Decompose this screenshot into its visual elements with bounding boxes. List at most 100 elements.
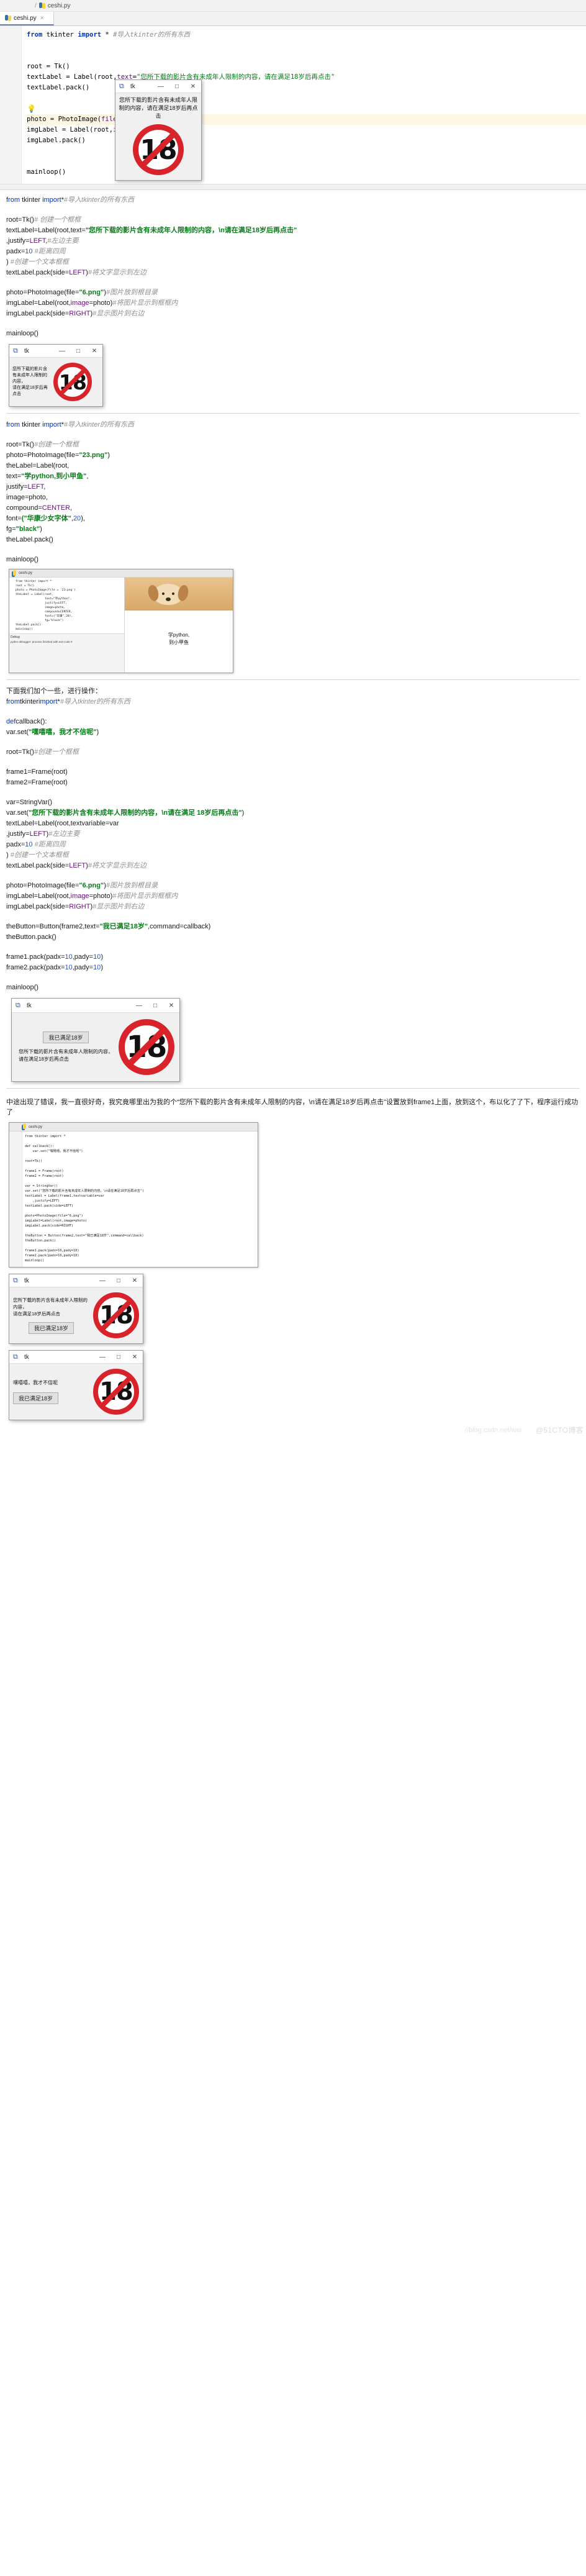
code-text-line: [6, 943, 580, 952]
code-token: image: [70, 892, 89, 900]
code-token: textLabel.pack(side=: [6, 862, 70, 869]
tk-window-1[interactable]: ⧉ tk — □ ✕ 您所下载的影片含有未成年人限制的内容，请在满足18岁后再点…: [115, 79, 202, 181]
code-text-line: [6, 788, 580, 797]
maximize-button[interactable]: □: [110, 1351, 127, 1363]
code-text-line: text="学python,到小甲鱼",: [6, 471, 580, 482]
code-text-line: ,justify=LEFT,#左边主要: [6, 236, 580, 247]
tk-window-4[interactable]: ⧉ tk — □ ✕ 您所下载的影片含有未成年人限制的内容， 请在满足18岁后再…: [9, 1274, 143, 1344]
tk-window-3[interactable]: ⧉ tk — □ ✕ 我已满足18岁 您所下载的影片含有未成年人限制的内容， 请…: [11, 998, 180, 1082]
maximize-button[interactable]: □: [70, 345, 86, 357]
code-token: LEFT: [69, 269, 86, 276]
code-token: 💡: [27, 104, 36, 113]
ide2-code[interactable]: from tkinter import * root = Tk() photo …: [9, 578, 124, 633]
minimize-button[interactable]: —: [131, 999, 147, 1012]
python-file-icon: [22, 1123, 26, 1130]
tk-window-2[interactable]: ⧉ tk — □ ✕ 您所下载的影片含有未成年人限制的内容， 请在满足18岁后再…: [9, 344, 103, 407]
tk-titlebar: ⧉ tk — □ ✕: [9, 1274, 143, 1287]
minimize-button[interactable]: —: [54, 345, 70, 357]
code-token: CENTER: [42, 504, 71, 512]
code-token: LEFT: [29, 830, 47, 838]
code-token: RIGHT: [69, 310, 91, 317]
canvas-text-line-1: 学python,: [168, 632, 190, 638]
close-button[interactable]: ✕: [127, 1351, 143, 1363]
code-token: frame2.pack(padx=: [6, 964, 65, 971]
tab-ceshi-py[interactable]: ceshi.py ×: [0, 12, 54, 25]
code-token: ): [107, 451, 110, 459]
code-token: imgLabel.pack(side=: [6, 903, 70, 910]
code-token: root = Tk(): [27, 63, 70, 70]
code-token: #将文字显示到左边: [88, 862, 146, 869]
code-token: #图片放到根目录: [106, 289, 158, 296]
code-text-line: [6, 738, 580, 747]
tk-window-5[interactable]: ⧉ tk — □ ✕ 嘿嘻嘻，我才不信呢 我已满足18岁 18: [9, 1350, 143, 1420]
code-token: 10: [25, 841, 33, 848]
maximize-button[interactable]: □: [147, 999, 163, 1012]
code-token: "您所下载的影片含有未成年人限制的内容，\n请在满足18岁后再点击": [85, 227, 297, 234]
code-token: imgLabel.pack(): [27, 137, 86, 144]
close-button[interactable]: ✕: [127, 1274, 143, 1287]
code-text-line: var.set("嘿嘻嘻，我才不信呢"): [6, 727, 580, 738]
code-token: #将图片显示到框框内: [112, 892, 178, 900]
code-text-line: [6, 871, 580, 881]
close-button[interactable]: ✕: [86, 345, 102, 357]
watermark-url: //blog.csdn.net/wei: [464, 1426, 521, 1434]
code-token: "我已满足18岁": [99, 923, 148, 930]
code-token: LEFT: [29, 237, 46, 245]
code-token: tkinter: [20, 698, 38, 705]
code-token: "学python,到小甲鱼": [21, 473, 87, 480]
code-token: root=Tk(): [6, 441, 34, 448]
maximize-button[interactable]: □: [169, 80, 185, 93]
code-token: 10: [93, 953, 101, 961]
ide-screenshot-2: ceshi.py from tkinter import * root = Tk…: [9, 569, 233, 673]
code-token: textLabel=Label(root,text=: [6, 227, 86, 234]
code-token: image: [70, 299, 89, 307]
tk-window-title: tk: [24, 1277, 29, 1284]
code-token: ): [101, 953, 103, 961]
tk-window-title: tk: [24, 347, 29, 355]
tk-window-5-wrap: ⧉ tk — □ ✕ 嘿嘻嘻，我才不信呢 我已满足18岁 18: [0, 1344, 586, 1439]
code-token: #创建一个文本框框: [8, 258, 69, 266]
code-token: ),: [81, 515, 85, 522]
code-text-line: justify=LEFT,: [6, 482, 580, 492]
minimize-button[interactable]: —: [94, 1274, 110, 1287]
tk-message-label: 您所下载的影片含有未成年人限制的内容，请在满足18岁后再点击: [119, 97, 198, 119]
code-text-line: from tkinter import*#导入tkinter的所有东西: [6, 195, 580, 206]
code-token: *: [105, 31, 114, 39]
close-button[interactable]: ✕: [185, 80, 201, 93]
code-token: callback():: [16, 718, 47, 725]
maximize-button[interactable]: □: [110, 1274, 127, 1287]
code-text-line: [6, 319, 580, 329]
tk-confirm-button[interactable]: 我已满足18岁: [13, 1392, 59, 1404]
tk-window-title: tk: [130, 83, 135, 90]
ide2-tab-label: ceshi.py: [19, 571, 33, 575]
blog-article-page: / ceshi.py ceshi.py × from tkinter impor…: [0, 0, 586, 1439]
code-token: photo=PhotoImage(file=: [6, 451, 79, 459]
code-token: photo = PhotoImage(: [27, 116, 102, 123]
code-text-line: frame2.pack(padx=10,pady=10): [6, 963, 580, 973]
code-token: ,command=callback): [148, 923, 211, 930]
tk-titlebar: ⧉ tk — □ ✕: [9, 345, 102, 358]
code-token: ,pady=: [72, 953, 94, 961]
age-18-sign: 18: [53, 363, 92, 401]
age-18-sign: 18: [93, 1369, 139, 1415]
tk-confirm-button[interactable]: 我已满足18岁: [28, 1322, 74, 1334]
code-token: #距离四周: [34, 841, 66, 848]
code-token: 10: [93, 964, 101, 971]
code-token: var=StringVar(): [6, 799, 53, 806]
code-token: "您所下载的影片含有未成年人限制的内容，\n请在满足 18岁后再点击": [29, 809, 242, 817]
minimize-button[interactable]: —: [153, 80, 169, 93]
ide3-code[interactable]: from tkinter import * def callback(): va…: [22, 1132, 258, 1267]
code-text-line: photo=PhotoImage(file="23.png"): [6, 450, 580, 461]
code-text-line: theButton.pack(): [6, 932, 580, 943]
tk-titlebar: ⧉ tk — □ ✕: [9, 1351, 143, 1364]
code-token: imgLabel.pack(side=: [6, 310, 70, 317]
paragraph-note-wrap: 中途出现了错误，我一直很好奇，我究竟哪里出为我的个“您所下载的影片含有未成年人限…: [0, 1095, 586, 1117]
close-button[interactable]: ✕: [163, 999, 179, 1012]
code-editor-1[interactable]: from tkinter import * #导入tkinter的所有东西 ro…: [22, 26, 586, 184]
close-icon[interactable]: ×: [40, 15, 44, 22]
code-token: # 创建一个框框: [34, 216, 81, 224]
minimize-button[interactable]: —: [94, 1351, 110, 1363]
code-text-line: var.set("您所下载的影片含有未成年人限制的内容，\n请在满足 18岁后再…: [6, 808, 580, 819]
tk-confirm-button[interactable]: 我已满足18岁: [43, 1031, 89, 1043]
